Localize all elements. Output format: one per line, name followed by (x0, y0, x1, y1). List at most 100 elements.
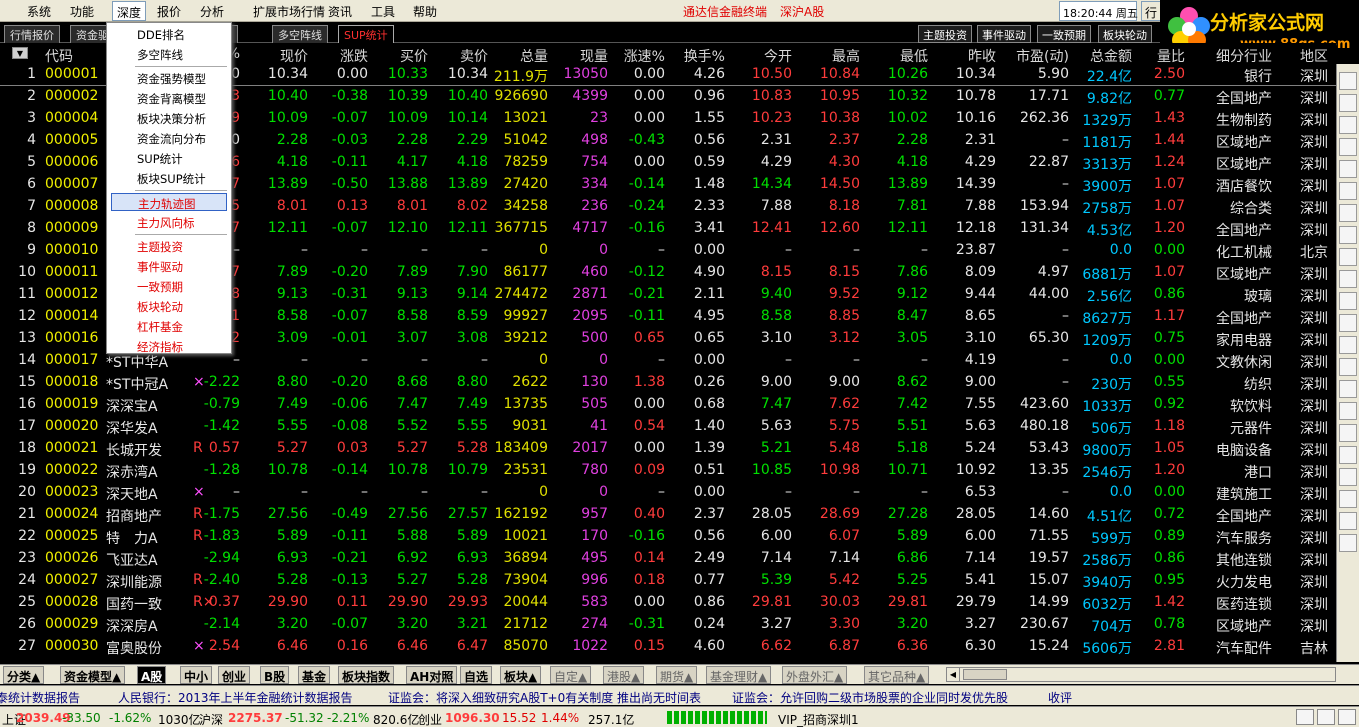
col-header-18[interactable]: 细分行业 (1216, 46, 1272, 66)
col-header-17[interactable]: 量比 (1157, 46, 1185, 66)
dropdown-item-group2-5[interactable]: SUP统计 (111, 149, 227, 167)
col-header-12[interactable]: 最高 (832, 46, 860, 66)
folder-icon[interactable] (1339, 402, 1357, 420)
fx-icon[interactable] (1339, 248, 1357, 266)
fiz-icon[interactable] (1339, 336, 1357, 354)
col-header-9[interactable]: 涨速% (624, 46, 665, 66)
table-row[interactable]: 25 000028 国药一致 R× 0.37 29.90 0.11 29.90 29.93 200… (0, 592, 1336, 614)
market-tab-11[interactable]: 板块▲ (500, 666, 542, 684)
news-item-2[interactable]: 人民银行：2013年上半年金融统计数据报告 (118, 689, 353, 706)
table-row[interactable]: 19 000022 深赤湾A -1.28 10.78 -0.14 10.78 10.79 235… (0, 460, 1336, 482)
market-tab-16[interactable]: 外盘外汇▲ (782, 666, 848, 684)
table-row[interactable]: 26 000029 深深房A -2.14 3.20 -0.07 3.20 3.21 21712 2… (0, 614, 1336, 636)
market-tab-15[interactable]: 基金理财▲ (706, 666, 772, 684)
horizontal-scrollbar[interactable]: ◀ (946, 667, 1336, 682)
market-tab-10[interactable]: 自选 (460, 666, 493, 684)
table-row[interactable]: 21 000024 招商地产 R -1.75 27.56 -0.49 27.56 27.57 16… (0, 504, 1336, 526)
table-row[interactable]: 27 000030 富奥股份 × 2.54 6.46 0.16 6.46 6.47 85070 10… (0, 636, 1336, 658)
wave-icon[interactable] (1339, 380, 1357, 398)
right-tab-2[interactable]: 事件驱动 (977, 25, 1031, 43)
col-header-3[interactable]: 现价 (280, 46, 308, 66)
news-item-5[interactable]: 收评 (1048, 689, 1072, 706)
col-header-8[interactable]: 现量 (580, 46, 608, 66)
kline-icon[interactable] (1339, 182, 1357, 200)
table-row[interactable]: 17 000020 深华发A -1.42 5.55 -0.08 5.52 5.55 9031 41… (0, 416, 1336, 438)
tab-4[interactable]: 多空阵线 (272, 25, 328, 43)
dropdown-item-group1-1[interactable]: DDE排名 (111, 25, 227, 43)
etf-icon[interactable] (1339, 468, 1357, 486)
menu-item-6[interactable]: 扩展市场行情 (253, 3, 325, 20)
market-tab-12[interactable]: 自定▲ (550, 666, 592, 684)
market-tab-9[interactable]: AH对照 (406, 666, 458, 684)
dropdown-item-group3-1[interactable]: 主力轨迹图 (111, 193, 227, 211)
sort-dropdown-icon[interactable]: ▼ (12, 47, 28, 59)
menu-item-4[interactable]: 报价 (157, 3, 181, 20)
grid-icon[interactable] (1339, 204, 1357, 222)
col-header-4[interactable]: 涨跌 (340, 46, 368, 66)
f9-icon[interactable] (1339, 292, 1357, 310)
right-tab-1[interactable]: 主题投资 (918, 25, 972, 43)
dropdown-item-group2-6[interactable]: 板块SUP统计 (111, 169, 227, 187)
tool-icon[interactable] (1339, 490, 1357, 508)
market-tab-7[interactable]: 基金 (298, 666, 331, 684)
market-tab-3[interactable]: A股 (137, 666, 167, 684)
dropdown-item-group2-3[interactable]: 板块决策分析 (111, 109, 227, 127)
arrow-icon[interactable] (1339, 72, 1357, 90)
col-header-6[interactable]: 卖价 (460, 46, 488, 66)
col-header-13[interactable]: 最低 (900, 46, 928, 66)
menu-item-3[interactable]: 深度 (112, 1, 147, 21)
col-header-7[interactable]: 总量 (520, 46, 548, 66)
news-item-1[interactable]: 泰统计数据报告 (0, 689, 80, 706)
dropdown-item-group4-5[interactable]: 杠杆基金 (111, 317, 227, 335)
col-header-5[interactable]: 买价 (400, 46, 428, 66)
f10-icon[interactable] (1339, 314, 1357, 332)
news-item-4[interactable]: 证监会：允许回购二级市场股票的企业同时发优先股 (732, 689, 1008, 706)
dropdown-item-group2-2[interactable]: 资金背离模型 (111, 89, 227, 107)
square-icon[interactable] (1339, 116, 1357, 134)
table-row[interactable]: 16 000019 深深宝A -0.79 7.49 -0.06 7.47 7.49 13735 5… (0, 394, 1336, 416)
chart-icon[interactable] (1339, 160, 1357, 178)
book-icon[interactable] (1339, 446, 1357, 464)
market-tab-6[interactable]: B股 (260, 666, 290, 684)
restore-icon[interactable] (1317, 709, 1335, 725)
menu-item-2[interactable]: 功能 (70, 3, 94, 20)
table-row[interactable]: 18 000021 长城开发 R 0.57 5.27 0.03 5.27 5.28 183409 2… (0, 438, 1336, 460)
col-header-14[interactable]: 昨收 (968, 46, 996, 66)
menu-item-1[interactable]: 系统 (27, 3, 51, 20)
close-icon[interactable] (1339, 534, 1357, 552)
zoom-icon[interactable] (1339, 358, 1357, 376)
market-tab-5[interactable]: 创业 (218, 666, 251, 684)
table-row[interactable]: 15 000018 *ST中冠A × -2.22 8.80 -0.20 8.68 8.80 262… (0, 372, 1336, 394)
tab-1[interactable]: 行情报价 (4, 25, 60, 43)
market-tab-2[interactable]: 资金模型▲ (60, 666, 126, 684)
market-tab-13[interactable]: 港股▲ (603, 666, 645, 684)
menu-item-7[interactable]: 资讯 (328, 3, 352, 20)
close-icon[interactable] (1338, 709, 1356, 725)
right-tab-3[interactable]: 一致预期 (1037, 25, 1091, 43)
market-tab-4[interactable]: 中小 (180, 666, 213, 684)
bar-icon[interactable] (1339, 94, 1357, 112)
list-icon[interactable] (1339, 138, 1357, 156)
dropdown-item-group4-1[interactable]: 主题投资 (111, 237, 227, 255)
menu-item-5[interactable]: 分析 (200, 3, 224, 20)
doc-icon[interactable] (1339, 226, 1357, 244)
scroll-thumb[interactable] (963, 669, 1007, 680)
news-item-3[interactable]: 证监会：将深入细致研究A股T+0有关制度 推出尚无时间表 (388, 689, 701, 706)
chat-icon[interactable] (1339, 512, 1357, 530)
scroll-left-icon[interactable]: ◀ (947, 668, 960, 681)
dropdown-item-group4-3[interactable]: 一致预期 (111, 277, 227, 295)
mail-icon[interactable] (1339, 424, 1357, 442)
menu-item-9[interactable]: 帮助 (413, 3, 437, 20)
tab-5[interactable]: SUP统计 (338, 25, 394, 43)
dropdown-item-group1-2[interactable]: 多空阵线 (111, 45, 227, 63)
table-row[interactable]: 20 000023 深天地A × – – – – – 0 0 – 0.00 – – – 6.53 – 0.0 0.00… (0, 482, 1336, 504)
col-header-19[interactable]: 地区 (1300, 46, 1328, 66)
market-tab-14[interactable]: 期货▲ (656, 666, 698, 684)
table-row[interactable]: 22 000025 特 力A R -1.83 5.89 -0.11 5.88 5.89 10021… (0, 526, 1336, 548)
dropdown-item-group4-6[interactable]: 经济指标 (111, 337, 227, 355)
market-tab-17[interactable]: 其它品种▲ (864, 666, 930, 684)
market-tab-1[interactable]: 分类▲ (3, 666, 45, 684)
table-row[interactable]: 23 000026 飞亚达A -2.94 6.93 -0.21 6.92 6.93 36894 4… (0, 548, 1336, 570)
col-header-16[interactable]: 总金额 (1090, 46, 1132, 66)
dropdown-item-group3-2[interactable]: 主力风向标 (111, 213, 227, 231)
